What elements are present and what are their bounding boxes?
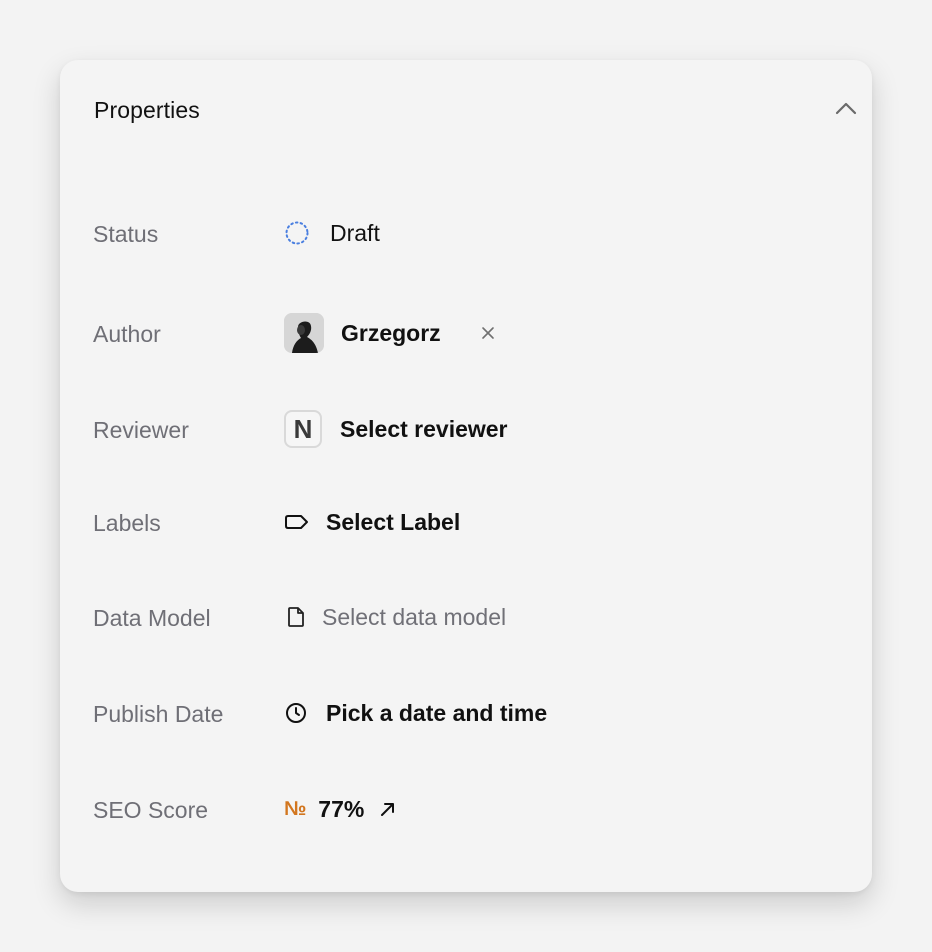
file-icon xyxy=(288,607,304,627)
data-model-row: Data Model Select data model xyxy=(60,597,872,637)
n-badge-icon: N xyxy=(284,410,322,448)
data-model-selector[interactable]: Select data model xyxy=(284,597,506,637)
status-label: Status xyxy=(93,221,159,247)
number-sign-icon: № xyxy=(284,797,307,820)
status-row: Status Draft xyxy=(60,213,872,253)
chevron-up-icon xyxy=(835,102,857,115)
publish-date-value: Pick a date and time xyxy=(326,699,548,726)
dotted-circle-icon xyxy=(285,221,309,245)
seo-score-value-group[interactable]: № 77% xyxy=(284,789,398,829)
seo-score-label: SEO Score xyxy=(93,797,209,823)
avatar xyxy=(284,313,324,353)
reviewer-row: Reviewer N Select reviewer xyxy=(60,409,872,449)
author-value: Grzegorz xyxy=(341,319,441,346)
publish-date-row: Publish Date Pick a date and time xyxy=(60,693,872,733)
data-model-label: Data Model xyxy=(93,605,211,631)
data-model-value: Select data model xyxy=(322,603,507,630)
status-selector[interactable]: Draft xyxy=(284,213,380,253)
panel-title: Properties xyxy=(94,97,200,123)
close-icon xyxy=(481,327,494,339)
seo-score-value: 77% xyxy=(318,795,365,822)
tag-icon xyxy=(285,515,308,529)
remove-author-button[interactable] xyxy=(477,322,499,344)
status-value: Draft xyxy=(330,219,380,246)
labels-label: Labels xyxy=(93,510,161,536)
author-label: Author xyxy=(93,321,161,347)
publish-date-label: Publish Date xyxy=(93,701,224,727)
label-selector[interactable]: Select Label xyxy=(284,502,460,542)
arrow-up-right-icon[interactable] xyxy=(378,799,398,819)
clock-icon xyxy=(286,703,306,723)
seo-score-row: SEO Score № 77% xyxy=(60,789,872,829)
reviewer-value: Select reviewer xyxy=(340,415,508,442)
author-row: Author Grzegorz xyxy=(60,313,872,353)
reviewer-selector[interactable]: N Select reviewer xyxy=(284,409,508,449)
author-selector[interactable]: Grzegorz xyxy=(284,313,499,353)
collapse-button[interactable] xyxy=(834,96,858,120)
reviewer-label: Reviewer xyxy=(93,417,189,443)
date-picker[interactable]: Pick a date and time xyxy=(284,693,547,733)
properties-panel: Properties Status Draft Author Grzegorz … xyxy=(60,60,872,892)
labels-value: Select Label xyxy=(326,508,461,535)
labels-row: Labels Select Label xyxy=(60,502,872,542)
